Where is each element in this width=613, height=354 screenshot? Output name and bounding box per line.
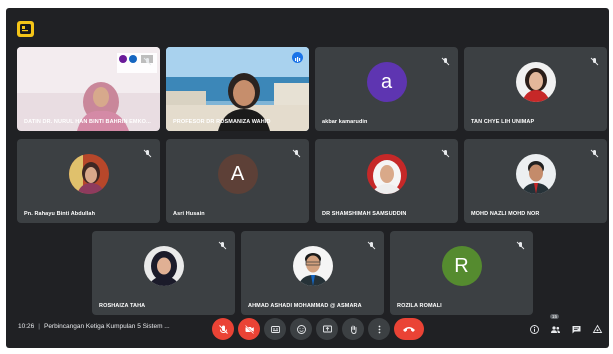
avatar (143, 246, 184, 287)
participant-tile[interactable]: TAN CHYE LIH UNIMAP (464, 47, 607, 131)
participant-name: TAN CHYE LIH UNIMAP (471, 119, 535, 125)
profile-photo (366, 154, 407, 195)
meeting-details-button[interactable] (526, 321, 542, 337)
control-bar: 10:26 | Perbincangan Ketiga Kumpulan 5 Sis… (6, 312, 609, 348)
participant-tile[interactable]: R ROZILA ROMALI (390, 231, 533, 315)
meeting-info-separator: | (38, 323, 40, 330)
raise-hand-icon (350, 325, 356, 334)
chat-icon (572, 325, 580, 333)
mic-off-icon (218, 324, 228, 334)
speaking-indicator-icon (292, 52, 303, 63)
participant-tile[interactable]: a akbar kamarudin (315, 47, 458, 131)
more-options-button[interactable] (368, 318, 390, 340)
profile-photo (292, 246, 333, 287)
mic-muted-icon (143, 53, 152, 66)
participant-tile[interactable]: MOHD NAZLI MOHD NOR (464, 139, 607, 223)
avatar (292, 246, 333, 287)
participant-name: DR SHAMSHIMAH SAMSUDDIN (322, 211, 407, 217)
hang-up-icon (403, 327, 415, 332)
avatar: A (217, 154, 258, 195)
participant-name: akbar kamarudin (322, 119, 368, 125)
participant-name: ROZILA ROMALI (397, 303, 442, 309)
participant-tile[interactable]: DATIN DR. NURUL HAN BINTI BAHRIN EMKO... (17, 47, 160, 131)
mic-muted-icon (441, 53, 450, 66)
camera-toggle-button[interactable] (238, 318, 260, 340)
captions-button[interactable] (264, 318, 286, 340)
participant-tile[interactable]: ROSHAIZA TAHA (92, 231, 235, 315)
present-icon (322, 325, 332, 332)
activities-icon (592, 324, 602, 333)
emoji-reactions-button[interactable] (290, 318, 312, 340)
mic-muted-icon (143, 145, 152, 158)
profile-photo (515, 62, 556, 103)
present-screen-button[interactable] (316, 318, 338, 340)
meet-window: DATIN DR. NURUL HAN BINTI BAHRIN EMKO...… (6, 8, 609, 348)
activities-button[interactable] (589, 321, 605, 337)
participant-name: AHMAD ASHADI MOHAMMAD @ ASMARA (248, 303, 362, 309)
meeting-info: 10:26 | Perbincangan Ketiga Kumpulan 5 Sis… (18, 323, 170, 330)
profile-photo (68, 154, 109, 195)
meet-app-badge[interactable] (17, 21, 34, 37)
participant-name: PROFESOR DR ROSMANIZA WAHID (173, 119, 271, 125)
participant-tile-active-speaker[interactable]: PROFESOR DR ROSMANIZA WAHID (166, 47, 309, 131)
participant-count-badge: 15 (550, 314, 560, 319)
participant-tile[interactable]: DR SHAMSHIMAH SAMSUDDIN (315, 139, 458, 223)
participant-name: MOHD NAZLI MOHD NOR (471, 211, 540, 217)
mic-muted-icon (441, 145, 450, 158)
mic-muted-icon (516, 237, 525, 250)
camera-off-icon (244, 324, 254, 334)
meeting-title[interactable]: Perbincangan Ketiga Kumpulan 5 Sistem ..… (44, 323, 170, 330)
avatar: a (366, 62, 407, 103)
raise-hand-button[interactable] (342, 318, 364, 340)
avatar: R (441, 246, 482, 287)
participant-name: Pn. Rahayu Binti Abdullah (24, 211, 96, 217)
people-button[interactable]: 15 (547, 314, 563, 337)
mic-toggle-button[interactable] (212, 318, 234, 340)
avatar (515, 62, 556, 103)
app-icon (20, 24, 31, 34)
participant-tile[interactable]: A Asri Husain (166, 139, 309, 223)
avatar (68, 154, 109, 195)
leave-call-button[interactable] (394, 318, 424, 340)
emoji-icon (296, 324, 306, 334)
participant-tile[interactable]: AHMAD ASHADI MOHAMMAD @ ASMARA (241, 231, 384, 315)
participant-name: Asri Husain (173, 211, 205, 217)
people-icon (550, 325, 560, 333)
participant-tile[interactable]: Pn. Rahayu Binti Abdullah (17, 139, 160, 223)
info-icon (529, 324, 539, 334)
meeting-time: 10:26 (18, 323, 35, 330)
participant-name: ROSHAIZA TAHA (99, 303, 146, 309)
participant-name: DATIN DR. NURUL HAN BINTI BAHRIN EMKO... (24, 119, 151, 125)
mic-muted-icon (292, 145, 301, 158)
more-vert-icon (378, 325, 380, 333)
profile-photo (515, 154, 556, 195)
captions-icon (270, 325, 280, 333)
avatar (515, 154, 556, 195)
mic-muted-icon (590, 145, 599, 158)
mic-muted-icon (590, 53, 599, 66)
mic-muted-icon (218, 237, 227, 250)
chat-button[interactable] (568, 321, 584, 337)
avatar (366, 154, 407, 195)
profile-photo (143, 246, 184, 287)
mic-muted-icon (367, 237, 376, 250)
